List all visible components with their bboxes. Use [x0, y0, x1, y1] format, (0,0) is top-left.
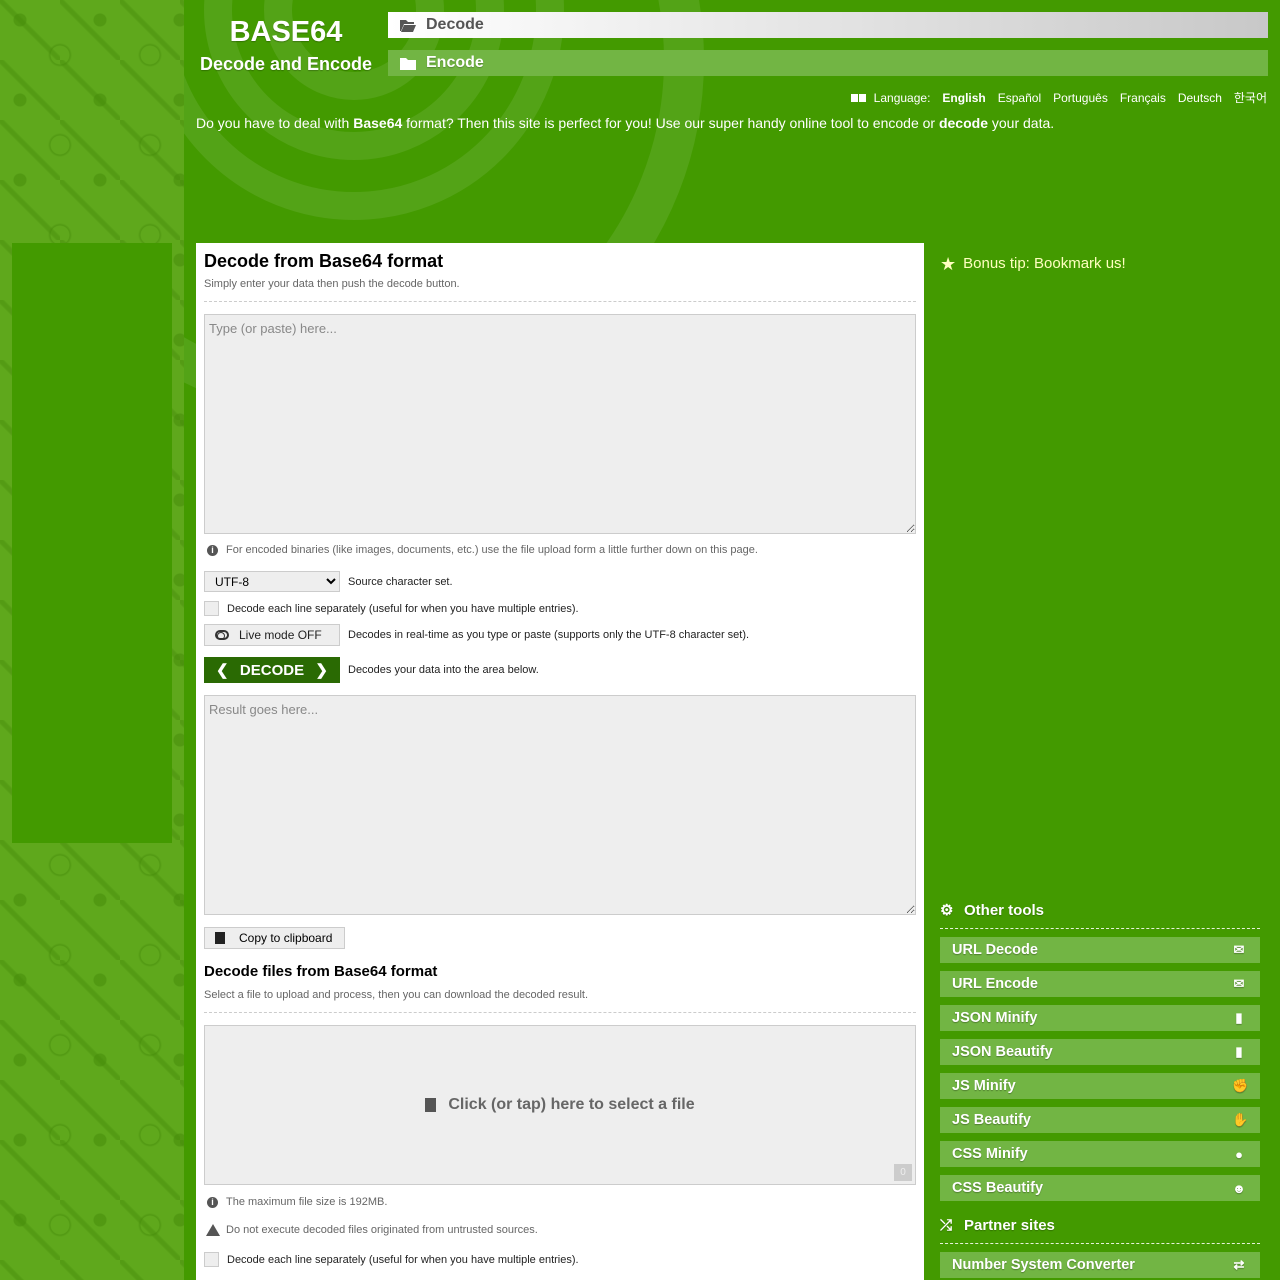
intro-text: Do you have to deal with Base64 format? …	[196, 115, 1054, 131]
decode-description: Decodes your data into the area below.	[348, 664, 539, 676]
folder-icon	[400, 58, 416, 70]
copy-to-clipboard-button[interactable]: Copy to clipboard	[204, 927, 345, 949]
tool-url-encode[interactable]: URL Encode ✉	[940, 971, 1260, 997]
file-archive-icon: ▮	[1235, 1010, 1243, 1025]
envelope-icon: ✉	[1233, 976, 1245, 991]
exchange-icon: ⇄	[1233, 1257, 1245, 1272]
each-line-label: Decode each line separately (useful for …	[227, 602, 579, 615]
file-upload-area[interactable]: Click (or tap) here to select a file 0	[204, 1025, 916, 1185]
bonus-tip: ★ Bonus tip: Bookmark us!	[940, 253, 1260, 274]
live-mode-button[interactable]: Live mode OFF	[204, 624, 340, 646]
partner-label: Number System Converter	[952, 1257, 1135, 1273]
warning-icon	[206, 1224, 220, 1236]
decode-section-title: Decode from Base64 format	[204, 251, 444, 271]
each-line-checkbox[interactable]	[204, 601, 219, 616]
tool-label: CSS Beautify	[952, 1180, 1044, 1196]
result-textarea[interactable]	[204, 695, 916, 915]
tool-label: JS Beautify	[952, 1112, 1031, 1128]
tool-json-beautify[interactable]: JSON Beautify ▮	[940, 1039, 1260, 1065]
tool-label: URL Encode	[952, 976, 1038, 992]
tool-js-beautify[interactable]: JS Beautify ✋	[940, 1107, 1260, 1133]
language-label: Language:	[873, 90, 931, 105]
live-mode-description: Decodes in real-time as you type or past…	[348, 629, 750, 641]
logo-subtitle: Decode and Encode	[199, 54, 373, 74]
main-content: Decode from Base64 format Simply enter y…	[196, 243, 924, 1280]
site-logo[interactable]: BASE64 Decode and Encode	[184, 14, 388, 76]
charset-label: Source character set.	[348, 575, 453, 588]
intro-bold-base64: Base64	[353, 115, 403, 131]
nav-encode[interactable]: Encode	[388, 50, 1268, 76]
file-icon	[425, 1097, 437, 1112]
tool-label: URL Decode	[952, 942, 1038, 958]
language-icon	[850, 93, 866, 102]
language-deutsch[interactable]: Deutsch	[1178, 91, 1222, 105]
nav-encode-label: Encode	[426, 54, 484, 71]
language-francais[interactable]: Français	[1120, 91, 1166, 105]
warning-note: Do not execute decoded files originated …	[226, 1224, 538, 1236]
copy-button-label: Copy to clipboard	[239, 931, 333, 945]
divider	[940, 928, 1260, 929]
decode-button[interactable]: ❮ DECODE ❯	[204, 657, 340, 683]
tool-css-minify[interactable]: CSS Minify ●	[940, 1141, 1260, 1167]
folder-open-icon	[400, 20, 416, 32]
partner-sites-title: Partner sites	[964, 1216, 1055, 1234]
hand-rock-icon: ✊	[1232, 1078, 1249, 1093]
file-section-title: Decode files from Base64 format	[204, 963, 438, 980]
tool-label: JSON Beautify	[952, 1044, 1053, 1060]
intro-part: your data.	[987, 115, 1055, 131]
intro-part: format? Then this site is perfect for yo…	[402, 115, 939, 131]
chevron-right-icon: ❯	[315, 662, 328, 679]
language-espanol[interactable]: Español	[998, 91, 1041, 105]
language-korean[interactable]: 한국어	[1234, 89, 1267, 106]
bonus-tip-text: Bonus tip: Bookmark us!	[963, 255, 1126, 272]
language-portugues[interactable]: Português	[1053, 91, 1108, 105]
file-each-line-label: Decode each line separately (useful for …	[227, 1253, 579, 1266]
decode-section-subtitle: Simply enter your data then push the dec…	[204, 278, 460, 290]
divider	[204, 1012, 916, 1013]
gear-icon: ⚙	[940, 902, 954, 919]
tool-label: JSON Minify	[952, 1010, 1038, 1026]
other-tools-title: Other tools	[964, 901, 1045, 919]
max-size-note: The maximum file size is 192MB.	[226, 1196, 388, 1208]
logo-title: BASE64	[229, 16, 343, 48]
tool-label: JS Minify	[952, 1078, 1016, 1094]
chevron-left-icon: ❮	[216, 662, 229, 679]
divider	[940, 1243, 1260, 1244]
toggle-off-icon	[215, 630, 229, 640]
live-mode-label: Live mode OFF	[239, 628, 322, 642]
language-selector: Language: English Español Português Fran…	[850, 89, 1267, 106]
hand-paper-icon: ✋	[1232, 1112, 1249, 1127]
info-icon: i	[207, 544, 218, 556]
decode-button-label: DECODE	[239, 661, 305, 679]
tool-label: CSS Minify	[952, 1146, 1028, 1162]
partner-number-system-converter[interactable]: Number System Converter ⇄	[940, 1252, 1260, 1278]
language-english[interactable]: English	[942, 91, 985, 105]
charset-select[interactable]: UTF-8	[204, 571, 340, 592]
tool-url-decode[interactable]: URL Decode ✉	[940, 937, 1260, 963]
file-section-subtitle: Select a file to upload and process, the…	[204, 989, 589, 1001]
nav-decode-label: Decode	[426, 16, 484, 33]
tool-json-minify[interactable]: JSON Minify ▮	[940, 1005, 1260, 1031]
star-icon: ★	[940, 253, 957, 274]
tool-js-minify[interactable]: JS Minify ✊	[940, 1073, 1260, 1099]
smile-icon: ☻	[1232, 1180, 1246, 1196]
binary-note: For encoded binaries (like images, docum…	[226, 544, 758, 556]
divider	[204, 301, 916, 302]
upload-label: Click (or tap) here to select a file	[448, 1095, 695, 1113]
file-code-icon: ▮	[1235, 1044, 1243, 1059]
random-icon: ⤮	[940, 1216, 953, 1234]
nav-decode[interactable]: Decode	[388, 12, 1268, 38]
info-icon: i	[207, 1196, 218, 1208]
copy-icon	[215, 932, 225, 944]
intro-bold-decode: decode	[938, 115, 988, 131]
input-textarea[interactable]	[204, 314, 916, 534]
other-tools-panel: ⚙ Other tools URL Decode ✉ URL Encode ✉ …	[940, 900, 1260, 1278]
intro-part: Do you have to deal with	[196, 115, 354, 131]
meh-icon: ●	[1235, 1146, 1243, 1162]
tool-css-beautify[interactable]: CSS Beautify ☻	[940, 1175, 1260, 1201]
file-counter: 0	[894, 1164, 912, 1181]
file-each-line-checkbox[interactable]	[204, 1252, 219, 1267]
envelope-open-icon: ✉	[1233, 942, 1245, 957]
left-ad-space	[12, 243, 172, 843]
